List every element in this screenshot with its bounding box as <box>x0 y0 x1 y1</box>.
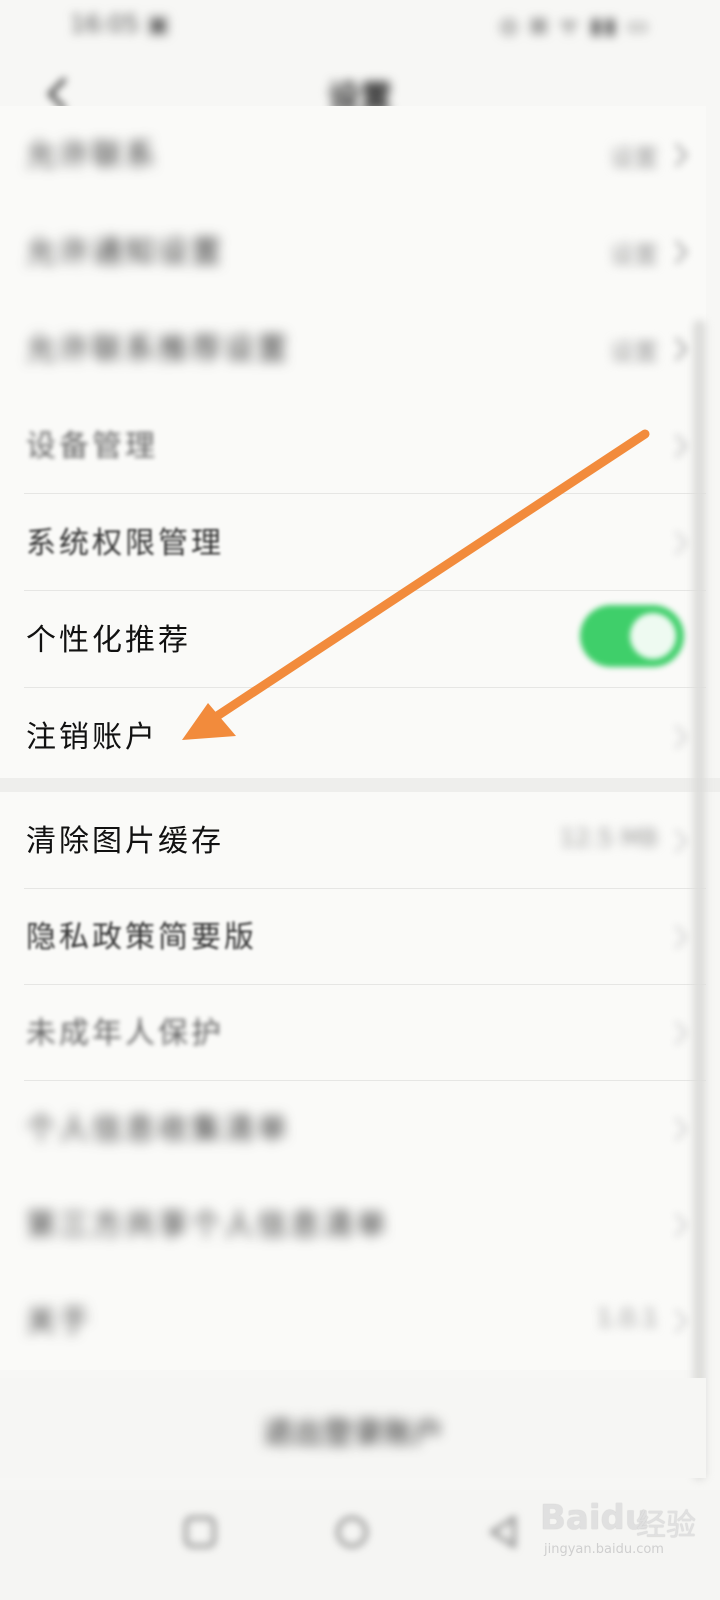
settings-row-clear-image-cache[interactable]: 清除图片缓存 12.5 MB <box>0 792 706 889</box>
row-value: 12.5 MB <box>559 824 658 852</box>
logout-area: 退出登录账户 <box>0 1378 706 1478</box>
chevron-right-icon <box>674 924 688 950</box>
watermark-url: jingyan.baidu.com <box>544 1542 664 1557</box>
settings-row-personalized-recommendation: 个性化推荐 <box>0 591 706 688</box>
row-value: 设置 <box>610 144 658 172</box>
row-label: 隐私政策简要版 <box>26 920 257 955</box>
row-label: 未成年人保护 <box>26 1016 224 1051</box>
row-label: 个性化推荐 <box>26 623 191 658</box>
settings-row-delete-account[interactable]: 注销账户 <box>0 688 706 785</box>
row-label: 系统权限管理 <box>26 526 224 561</box>
watermark-suffix: 经验 <box>636 1508 696 1543</box>
settings-row-third-party-sharing-list[interactable]: 第三方共享个人信息清单 <box>0 1176 706 1273</box>
row-label: 允许联系 <box>26 138 158 173</box>
watermark-logo: Baidu <box>540 1498 650 1538</box>
chevron-right-icon <box>674 1212 688 1238</box>
row-label: 允许联系推荐设置 <box>26 332 290 367</box>
status-time: 16:05 ▣ <box>70 10 170 38</box>
row-label: 清除图片缓存 <box>26 824 224 859</box>
row-label: 第三方共享个人信息清单 <box>26 1208 389 1243</box>
settings-row-notification[interactable]: 允许通知设置 设置 <box>0 203 706 300</box>
baidu-jingyan-watermark: Baidu 经验 jingyan.baidu.com <box>540 1498 710 1568</box>
row-label: 关于 <box>26 1304 92 1339</box>
chevron-right-icon <box>674 239 688 265</box>
row-value: 设置 <box>610 338 658 366</box>
row-label: 个人信息收集清单 <box>26 1112 290 1147</box>
home-icon[interactable] <box>332 1512 372 1552</box>
row-label: 注销账户 <box>26 720 158 755</box>
settings-section-general: 清除图片缓存 12.5 MB 隐私政策简要版 未成年人保护 个人信息收集清单 第… <box>0 792 706 1370</box>
row-label: 设备管理 <box>26 429 158 464</box>
settings-row-system-permissions[interactable]: 系统权限管理 <box>0 494 706 591</box>
status-bar: 16:05 ▣ ◎ ⊠ ᯤ ▮▮ ▭ <box>0 0 720 50</box>
logout-button[interactable]: 退出登录账户 <box>0 1408 706 1452</box>
chevron-right-icon <box>674 828 688 854</box>
chevron-right-icon <box>674 530 688 556</box>
settings-row-recommend[interactable]: 允许联系推荐设置 设置 <box>0 300 706 397</box>
recent-apps-icon[interactable] <box>180 1512 220 1552</box>
row-value: 1.0.1 <box>596 1304 658 1332</box>
row-label: 允许通知设置 <box>26 235 224 270</box>
settings-row-minor-protection[interactable]: 未成年人保护 <box>0 984 706 1081</box>
settings-row-about[interactable]: 关于 1.0.1 <box>0 1272 706 1369</box>
settings-row-personal-info-list[interactable]: 个人信息收集清单 <box>0 1080 706 1177</box>
toggle-knob <box>630 613 676 659</box>
scrollbar[interactable] <box>693 320 706 1480</box>
personalized-recommendation-toggle[interactable] <box>580 605 684 667</box>
chevron-right-icon <box>674 336 688 362</box>
settings-row-privacy-policy-summary[interactable]: 隐私政策简要版 <box>0 888 706 985</box>
settings-row-contact[interactable]: 允许联系 设置 <box>0 106 706 203</box>
chevron-right-icon <box>674 142 688 168</box>
settings-section-account: 允许联系 设置 允许通知设置 设置 允许联系推荐设置 设置 设备管理 系统权限管… <box>0 106 706 778</box>
chevron-right-icon <box>674 1020 688 1046</box>
chevron-right-icon <box>674 1308 688 1334</box>
settings-row-device-management[interactable]: 设备管理 <box>0 397 706 494</box>
chevron-right-icon <box>674 724 688 750</box>
chevron-right-icon <box>674 433 688 459</box>
chevron-right-icon <box>674 1116 688 1142</box>
section-gap <box>0 778 720 792</box>
status-icons: ◎ ⊠ ᯤ ▮▮ ▭ <box>499 14 650 39</box>
row-value: 设置 <box>610 241 658 269</box>
back-triangle-icon[interactable] <box>484 1512 524 1552</box>
